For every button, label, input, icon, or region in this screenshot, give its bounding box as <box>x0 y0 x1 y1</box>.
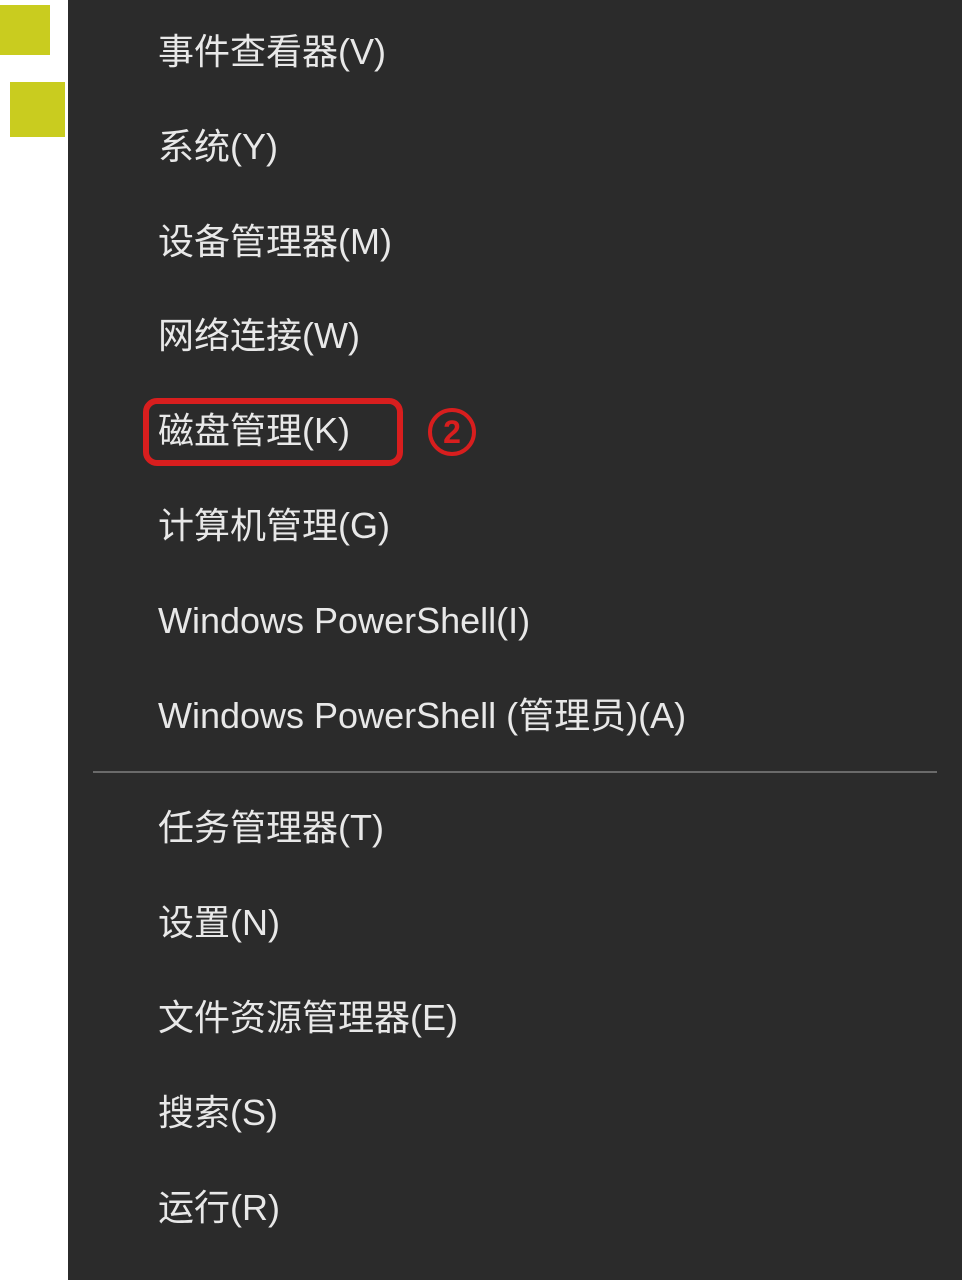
menu-item-label: 计算机管理(G) <box>158 505 390 546</box>
menu-item-label: 系统(Y) <box>158 126 278 167</box>
menu-item-powershell[interactable]: Windows PowerShell(I) <box>68 574 962 669</box>
menu-item-computer-management[interactable]: 计算机管理(G) <box>68 479 962 574</box>
menu-item-label: Windows PowerShell (管理员)(A) <box>158 695 686 736</box>
menu-item-device-manager[interactable]: 设备管理器(M) <box>68 195 962 290</box>
menu-item-label: 磁盘管理(K) <box>158 410 350 451</box>
menu-separator <box>93 771 937 773</box>
annotation-number: 2 <box>443 416 461 448</box>
menu-item-label: 设置(N) <box>158 902 280 943</box>
menu-item-settings[interactable]: 设置(N) <box>68 876 962 971</box>
menu-item-run[interactable]: 运行(R) <box>68 1161 962 1256</box>
menu-item-task-manager[interactable]: 任务管理器(T) <box>68 781 962 876</box>
menu-item-powershell-admin[interactable]: Windows PowerShell (管理员)(A) <box>68 669 962 764</box>
menu-item-network-connections[interactable]: 网络连接(W) <box>68 289 962 384</box>
desktop-strip <box>0 0 68 1280</box>
menu-item-file-explorer[interactable]: 文件资源管理器(E) <box>68 971 962 1066</box>
desktop-icon-fragment-1 <box>0 5 50 55</box>
menu-item-label: 任务管理器(T) <box>158 807 384 848</box>
menu-item-label: 运行(R) <box>158 1187 280 1228</box>
menu-item-event-viewer[interactable]: 事件查看器(V) <box>68 5 962 100</box>
menu-item-label: 文件资源管理器(E) <box>158 997 458 1038</box>
menu-item-label: 设备管理器(M) <box>158 221 392 262</box>
menu-item-label: 网络连接(W) <box>158 315 360 356</box>
menu-item-search[interactable]: 搜索(S) <box>68 1066 962 1161</box>
menu-item-disk-management[interactable]: 磁盘管理(K) 2 <box>68 384 962 479</box>
menu-item-label: 事件查看器(V) <box>158 31 386 72</box>
menu-item-label: 搜索(S) <box>158 1092 278 1133</box>
menu-item-label: Windows PowerShell(I) <box>158 600 530 641</box>
menu-item-system[interactable]: 系统(Y) <box>68 100 962 195</box>
desktop-icon-fragment-2 <box>10 82 65 137</box>
winx-context-menu: 事件查看器(V) 系统(Y) 设备管理器(M) 网络连接(W) 磁盘管理(K) … <box>68 0 962 1280</box>
annotation-step-badge: 2 <box>428 408 476 456</box>
